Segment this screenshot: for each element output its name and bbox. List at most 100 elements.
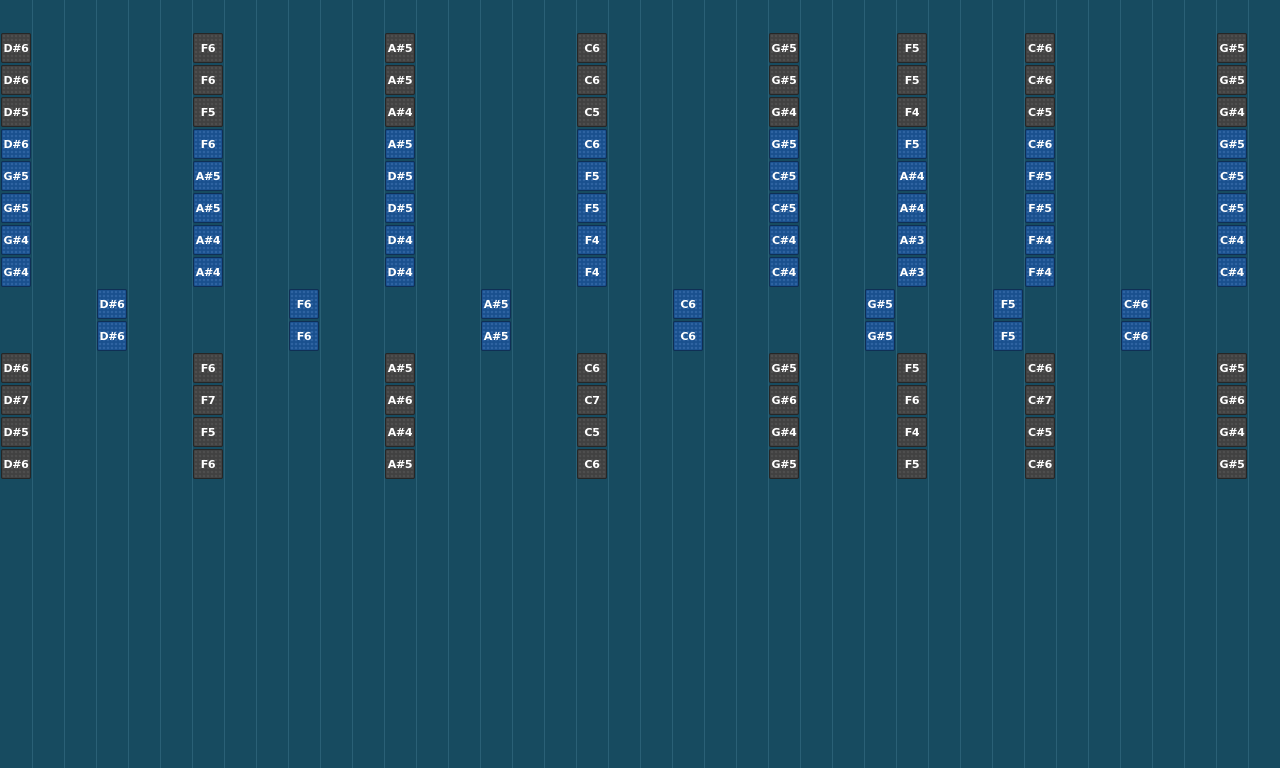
note-block[interactable]: G#5 xyxy=(865,289,895,319)
note-block[interactable]: C6 xyxy=(673,289,703,319)
note-block[interactable]: C#7 xyxy=(1025,385,1055,415)
note-block[interactable]: C#6 xyxy=(1121,321,1151,351)
note-block[interactable]: C6 xyxy=(577,129,607,159)
note-block[interactable]: C6 xyxy=(577,353,607,383)
note-block[interactable]: F5 xyxy=(193,97,223,127)
note-block[interactable]: F7 xyxy=(193,385,223,415)
note-block[interactable]: C#4 xyxy=(769,225,799,255)
note-block[interactable]: C7 xyxy=(577,385,607,415)
note-block[interactable]: G#5 xyxy=(769,65,799,95)
note-block[interactable]: A#5 xyxy=(385,449,415,479)
note-block[interactable]: C#6 xyxy=(1121,289,1151,319)
note-block[interactable]: D#5 xyxy=(385,193,415,223)
note-block[interactable]: C5 xyxy=(577,417,607,447)
note-block[interactable]: A#5 xyxy=(193,161,223,191)
note-block[interactable]: F#4 xyxy=(1025,257,1055,287)
note-block[interactable]: G#4 xyxy=(769,97,799,127)
note-block[interactable]: C#6 xyxy=(1025,65,1055,95)
note-block[interactable]: G#4 xyxy=(1,257,31,287)
note-block[interactable]: G#4 xyxy=(1217,97,1247,127)
note-block[interactable]: G#4 xyxy=(769,417,799,447)
note-block[interactable]: C#4 xyxy=(1217,225,1247,255)
note-grid[interactable]: D#6 D#6 D#5 D#6 G#5 G#5 G#4 G#4 D#6 D#7 D#5 D#6 D#6 D… xyxy=(0,0,1280,768)
note-block[interactable]: C6 xyxy=(577,449,607,479)
note-block[interactable]: F4 xyxy=(897,417,927,447)
note-block[interactable]: G#6 xyxy=(1217,385,1247,415)
note-block[interactable]: A#5 xyxy=(385,353,415,383)
note-block[interactable]: C#6 xyxy=(1025,353,1055,383)
note-block[interactable]: A#4 xyxy=(385,97,415,127)
note-block[interactable]: A#4 xyxy=(193,257,223,287)
note-block[interactable]: G#5 xyxy=(1,193,31,223)
note-block[interactable]: F#5 xyxy=(1025,161,1055,191)
note-block[interactable]: A#5 xyxy=(385,65,415,95)
note-block[interactable]: D#5 xyxy=(1,417,31,447)
note-block[interactable]: A#4 xyxy=(385,417,415,447)
note-block[interactable]: F6 xyxy=(193,449,223,479)
note-block[interactable]: C6 xyxy=(577,33,607,63)
note-block[interactable]: G#5 xyxy=(1217,353,1247,383)
note-block[interactable]: D#4 xyxy=(385,257,415,287)
note-block[interactable]: G#5 xyxy=(1217,129,1247,159)
note-block[interactable]: G#5 xyxy=(1217,65,1247,95)
note-block[interactable]: D#6 xyxy=(97,289,127,319)
note-block[interactable]: F5 xyxy=(577,193,607,223)
note-block[interactable]: A#4 xyxy=(897,161,927,191)
note-block[interactable]: G#4 xyxy=(1217,417,1247,447)
note-block[interactable]: C6 xyxy=(577,65,607,95)
note-block[interactable]: A#3 xyxy=(897,257,927,287)
note-block[interactable]: D#6 xyxy=(1,353,31,383)
note-block[interactable]: F6 xyxy=(193,353,223,383)
note-block[interactable]: F5 xyxy=(897,65,927,95)
note-block[interactable]: A#5 xyxy=(385,129,415,159)
note-block[interactable]: F#4 xyxy=(1025,225,1055,255)
note-block[interactable]: D#4 xyxy=(385,225,415,255)
note-block[interactable]: C#5 xyxy=(1217,161,1247,191)
note-block[interactable]: C#5 xyxy=(1025,417,1055,447)
note-block[interactable]: G#5 xyxy=(1217,449,1247,479)
note-block[interactable]: D#6 xyxy=(1,129,31,159)
note-block[interactable]: F5 xyxy=(897,449,927,479)
note-block[interactable]: F4 xyxy=(577,257,607,287)
note-block[interactable]: A#6 xyxy=(385,385,415,415)
note-block[interactable]: G#4 xyxy=(1,225,31,255)
note-block[interactable]: A#5 xyxy=(193,193,223,223)
note-block[interactable]: D#6 xyxy=(1,65,31,95)
note-block[interactable]: C5 xyxy=(577,97,607,127)
note-block[interactable]: F6 xyxy=(193,33,223,63)
note-block[interactable]: D#5 xyxy=(1,97,31,127)
note-block[interactable]: G#5 xyxy=(769,129,799,159)
note-block[interactable]: C6 xyxy=(673,321,703,351)
note-block[interactable]: A#5 xyxy=(385,33,415,63)
note-block[interactable]: G#5 xyxy=(769,33,799,63)
note-block[interactable]: F6 xyxy=(897,385,927,415)
note-block[interactable]: F6 xyxy=(289,289,319,319)
note-block[interactable]: F5 xyxy=(577,161,607,191)
note-block[interactable]: F5 xyxy=(897,33,927,63)
note-block[interactable]: F5 xyxy=(193,417,223,447)
note-block[interactable]: G#5 xyxy=(1,161,31,191)
note-block[interactable]: F4 xyxy=(577,225,607,255)
note-block[interactable]: A#3 xyxy=(897,225,927,255)
note-block[interactable]: D#6 xyxy=(1,33,31,63)
note-block[interactable]: C#5 xyxy=(769,161,799,191)
note-block[interactable]: F6 xyxy=(193,65,223,95)
note-block[interactable]: G#5 xyxy=(769,353,799,383)
note-block[interactable]: G#5 xyxy=(769,449,799,479)
note-block[interactable]: C#5 xyxy=(1025,97,1055,127)
note-block[interactable]: A#5 xyxy=(481,289,511,319)
note-block[interactable]: F4 xyxy=(897,97,927,127)
note-block[interactable]: G#6 xyxy=(769,385,799,415)
note-block[interactable]: A#4 xyxy=(193,225,223,255)
note-block[interactable]: D#6 xyxy=(97,321,127,351)
note-block[interactable]: F5 xyxy=(897,353,927,383)
note-block[interactable]: A#4 xyxy=(897,193,927,223)
note-block[interactable]: C#6 xyxy=(1025,33,1055,63)
note-block[interactable]: D#6 xyxy=(1,449,31,479)
note-block[interactable]: C#6 xyxy=(1025,129,1055,159)
note-block[interactable]: A#5 xyxy=(481,321,511,351)
note-block[interactable]: C#5 xyxy=(1217,193,1247,223)
note-block[interactable]: C#4 xyxy=(769,257,799,287)
note-block[interactable]: F5 xyxy=(897,129,927,159)
note-block[interactable]: C#6 xyxy=(1025,449,1055,479)
